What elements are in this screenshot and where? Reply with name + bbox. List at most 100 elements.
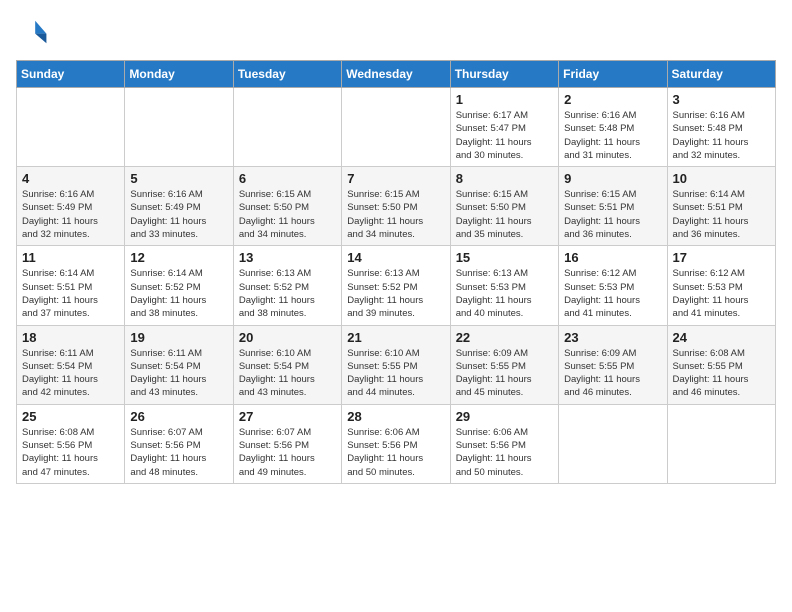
day-number: 7 [347,171,444,186]
day-cell: 6 Sunrise: 6:15 AM Sunset: 5:50 PM Daylig… [233,167,341,246]
logo-icon [16,16,48,48]
day-cell: 5 Sunrise: 6:16 AM Sunset: 5:49 PM Daylig… [125,167,233,246]
day-number: 15 [456,250,553,265]
page-header [16,16,776,48]
week-row-2: 4 Sunrise: 6:16 AM Sunset: 5:49 PM Daylig… [17,167,776,246]
day-cell: 25 Sunrise: 6:08 AM Sunset: 5:56 PM Dayli… [17,404,125,483]
day-info: Sunrise: 6:11 AM Sunset: 5:54 PM Dayligh… [130,347,227,400]
logo [16,16,52,48]
day-cell: 10Sunrise: 6:14 AM Sunset: 5:51 PM Dayli… [667,167,775,246]
day-cell: 15 Sunrise: 6:13 AM Sunset: 5:53 PM Dayli… [450,246,558,325]
day-info: Sunrise: 6:10 AM Sunset: 5:54 PM Dayligh… [239,347,336,400]
week-row-4: 18 Sunrise: 6:11 AM Sunset: 5:54 PM Dayli… [17,325,776,404]
day-cell: 29 Sunrise: 6:06 AM Sunset: 5:56 PM Dayli… [450,404,558,483]
day-info: Sunrise: 6:15 AM Sunset: 5:50 PM Dayligh… [239,188,336,241]
day-cell [667,404,775,483]
day-info: Sunrise: 6:15 AM Sunset: 5:50 PM Dayligh… [456,188,553,241]
day-number: 12 [130,250,227,265]
day-cell: 13 Sunrise: 6:13 AM Sunset: 5:52 PM Dayli… [233,246,341,325]
col-header-tuesday: Tuesday [233,61,341,88]
column-headers: SundayMondayTuesdayWednesdayThursdayFrid… [17,61,776,88]
week-row-1: 1 Sunrise: 6:17 AM Sunset: 5:47 PM Daylig… [17,88,776,167]
day-number: 20 [239,330,336,345]
day-cell: 27 Sunrise: 6:07 AM Sunset: 5:56 PM Dayli… [233,404,341,483]
day-info: Sunrise: 6:12 AM Sunset: 5:53 PM Dayligh… [564,267,661,320]
day-cell: 1 Sunrise: 6:17 AM Sunset: 5:47 PM Daylig… [450,88,558,167]
day-info: Sunrise: 6:16 AM Sunset: 5:48 PM Dayligh… [673,109,770,162]
day-number: 22 [456,330,553,345]
day-cell: 23 Sunrise: 6:09 AM Sunset: 5:55 PM Dayli… [559,325,667,404]
day-number: 13 [239,250,336,265]
day-number: 27 [239,409,336,424]
day-info: Sunrise: 6:16 AM Sunset: 5:48 PM Dayligh… [564,109,661,162]
day-info: Sunrise: 6:14 AM Sunset: 5:52 PM Dayligh… [130,267,227,320]
day-info: Sunrise: 6:15 AM Sunset: 5:50 PM Dayligh… [347,188,444,241]
day-number: 5 [130,171,227,186]
day-cell [17,88,125,167]
col-header-thursday: Thursday [450,61,558,88]
day-info: Sunrise: 6:07 AM Sunset: 5:56 PM Dayligh… [130,426,227,479]
day-info: Sunrise: 6:09 AM Sunset: 5:55 PM Dayligh… [564,347,661,400]
day-info: Sunrise: 6:14 AM Sunset: 5:51 PM Dayligh… [22,267,119,320]
day-number: 28 [347,409,444,424]
day-cell: 19 Sunrise: 6:11 AM Sunset: 5:54 PM Dayli… [125,325,233,404]
day-cell: 4 Sunrise: 6:16 AM Sunset: 5:49 PM Daylig… [17,167,125,246]
day-cell: 9 Sunrise: 6:15 AM Sunset: 5:51 PM Daylig… [559,167,667,246]
day-cell [233,88,341,167]
day-number: 8 [456,171,553,186]
day-cell: 26 Sunrise: 6:07 AM Sunset: 5:56 PM Dayli… [125,404,233,483]
day-number: 17 [673,250,770,265]
day-number: 26 [130,409,227,424]
day-number: 25 [22,409,119,424]
day-info: Sunrise: 6:13 AM Sunset: 5:52 PM Dayligh… [239,267,336,320]
day-cell: 22 Sunrise: 6:09 AM Sunset: 5:55 PM Dayli… [450,325,558,404]
day-cell: 2 Sunrise: 6:16 AM Sunset: 5:48 PM Daylig… [559,88,667,167]
day-info: Sunrise: 6:09 AM Sunset: 5:55 PM Dayligh… [456,347,553,400]
day-number: 21 [347,330,444,345]
day-number: 16 [564,250,661,265]
day-cell: 18 Sunrise: 6:11 AM Sunset: 5:54 PM Dayli… [17,325,125,404]
week-row-3: 11Sunrise: 6:14 AM Sunset: 5:51 PM Dayli… [17,246,776,325]
col-header-friday: Friday [559,61,667,88]
day-info: Sunrise: 6:06 AM Sunset: 5:56 PM Dayligh… [456,426,553,479]
col-header-wednesday: Wednesday [342,61,450,88]
day-cell: 14 Sunrise: 6:13 AM Sunset: 5:52 PM Dayli… [342,246,450,325]
day-info: Sunrise: 6:13 AM Sunset: 5:52 PM Dayligh… [347,267,444,320]
day-cell: 21 Sunrise: 6:10 AM Sunset: 5:55 PM Dayli… [342,325,450,404]
day-number: 19 [130,330,227,345]
day-cell: 24Sunrise: 6:08 AM Sunset: 5:55 PM Dayli… [667,325,775,404]
day-info: Sunrise: 6:08 AM Sunset: 5:55 PM Dayligh… [673,347,770,400]
day-number: 9 [564,171,661,186]
day-number: 4 [22,171,119,186]
day-cell: 3 Sunrise: 6:16 AM Sunset: 5:48 PM Daylig… [667,88,775,167]
day-info: Sunrise: 6:11 AM Sunset: 5:54 PM Dayligh… [22,347,119,400]
day-number: 2 [564,92,661,107]
day-info: Sunrise: 6:06 AM Sunset: 5:56 PM Dayligh… [347,426,444,479]
day-info: Sunrise: 6:16 AM Sunset: 5:49 PM Dayligh… [130,188,227,241]
day-number: 23 [564,330,661,345]
day-number: 10 [673,171,770,186]
day-cell: 8 Sunrise: 6:15 AM Sunset: 5:50 PM Daylig… [450,167,558,246]
day-number: 29 [456,409,553,424]
col-header-sunday: Sunday [17,61,125,88]
day-info: Sunrise: 6:10 AM Sunset: 5:55 PM Dayligh… [347,347,444,400]
day-cell [559,404,667,483]
day-cell [125,88,233,167]
day-info: Sunrise: 6:15 AM Sunset: 5:51 PM Dayligh… [564,188,661,241]
day-cell [342,88,450,167]
day-number: 3 [673,92,770,107]
day-info: Sunrise: 6:16 AM Sunset: 5:49 PM Dayligh… [22,188,119,241]
day-cell: 12 Sunrise: 6:14 AM Sunset: 5:52 PM Dayli… [125,246,233,325]
day-info: Sunrise: 6:13 AM Sunset: 5:53 PM Dayligh… [456,267,553,320]
day-number: 1 [456,92,553,107]
day-info: Sunrise: 6:07 AM Sunset: 5:56 PM Dayligh… [239,426,336,479]
day-info: Sunrise: 6:17 AM Sunset: 5:47 PM Dayligh… [456,109,553,162]
day-number: 18 [22,330,119,345]
day-info: Sunrise: 6:12 AM Sunset: 5:53 PM Dayligh… [673,267,770,320]
day-info: Sunrise: 6:08 AM Sunset: 5:56 PM Dayligh… [22,426,119,479]
day-cell: 11Sunrise: 6:14 AM Sunset: 5:51 PM Dayli… [17,246,125,325]
day-cell: 17 Sunrise: 6:12 AM Sunset: 5:53 PM Dayli… [667,246,775,325]
day-cell: 20 Sunrise: 6:10 AM Sunset: 5:54 PM Dayli… [233,325,341,404]
day-number: 6 [239,171,336,186]
day-number: 14 [347,250,444,265]
